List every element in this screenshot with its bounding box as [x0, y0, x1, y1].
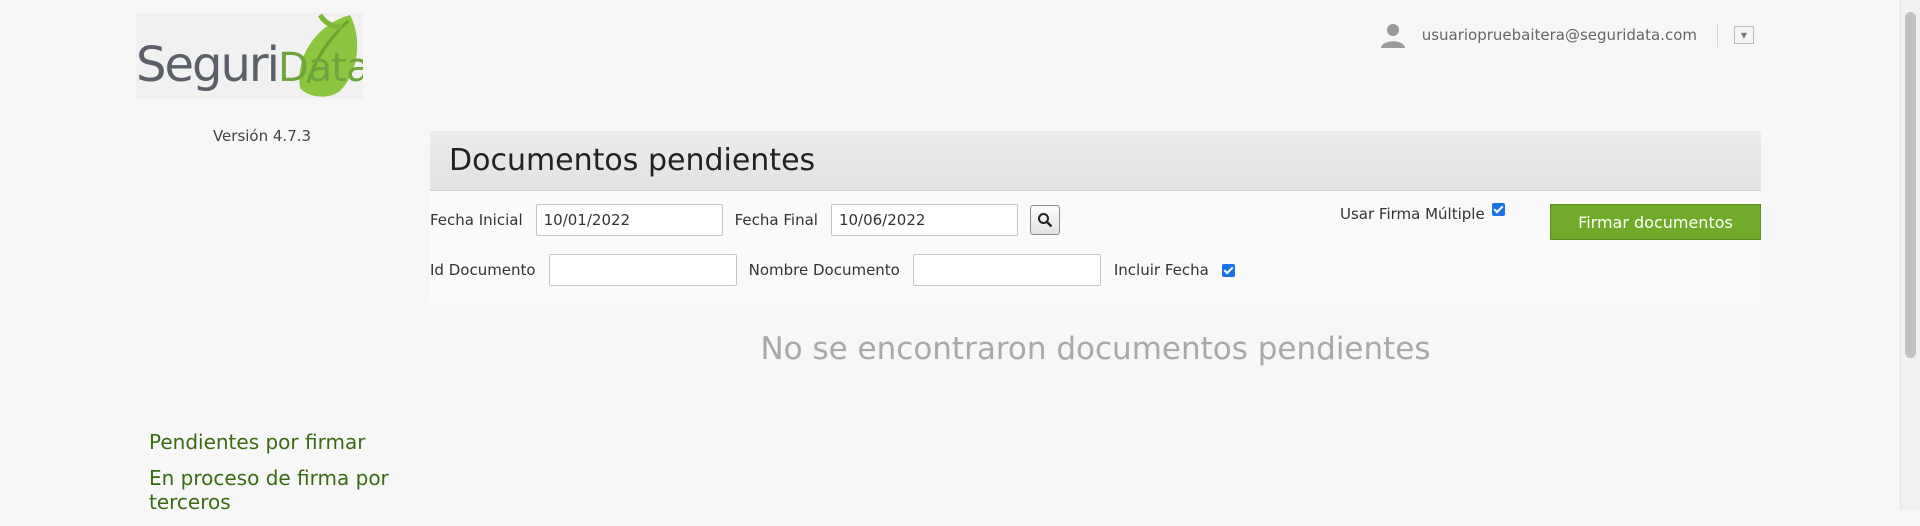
divider: [1717, 23, 1718, 47]
sign-documents-button[interactable]: Firmar documentos: [1550, 204, 1761, 240]
nav-item-pendientes[interactable]: Pendientes por firmar: [149, 430, 409, 454]
usar-firma-checkbox[interactable]: [1491, 203, 1505, 216]
pending-documents-panel: Documentos pendientes Fecha Inicial Fech…: [430, 131, 1761, 303]
fecha-inicial-input[interactable]: [535, 204, 723, 236]
filter-row-dates: Fecha Inicial Fecha Final: [430, 204, 1060, 236]
incluir-fecha-checkbox[interactable]: [1221, 263, 1235, 277]
logo-wordmark: SeguriData: [136, 37, 363, 93]
incluir-fecha-label: Incluir Fecha: [1113, 261, 1209, 279]
search-icon: [1037, 213, 1053, 228]
nav-item-en-proceso[interactable]: En proceso de firma por terceros: [149, 466, 409, 514]
sidebar-nav: Pendientes por firmar En proceso de firm…: [149, 430, 409, 526]
filters-area: Fecha Inicial Fecha Final Usar Firma Múl…: [430, 191, 1761, 303]
filter-row-document: Id Documento Nombre Documento Incluir Fe…: [430, 254, 1235, 286]
nombre-documento-label: Nombre Documento: [748, 261, 900, 279]
id-documento-input[interactable]: [548, 254, 737, 286]
fecha-inicial-label: Fecha Inicial: [430, 211, 523, 229]
caret-down-icon: ▼: [1740, 30, 1748, 40]
empty-state-message: No se encontraron documentos pendientes: [760, 331, 1431, 367]
version-label: Versión 4.7.3: [212, 127, 312, 145]
search-button[interactable]: [1029, 205, 1060, 235]
page-scrollbar[interactable]: [1900, 0, 1920, 510]
usar-firma-label: Usar Firma Múltiple: [1340, 205, 1485, 223]
user-area: usuariopruebaitera@seguridata.com ▼: [1380, 22, 1754, 48]
scrollbar-thumb[interactable]: [1905, 12, 1916, 358]
user-email[interactable]: usuariopruebaitera@seguridata.com: [1422, 26, 1697, 44]
multi-signature-option: Usar Firma Múltiple: [1340, 203, 1505, 223]
fecha-final-input[interactable]: [830, 204, 1018, 236]
id-documento-label: Id Documento: [430, 261, 536, 279]
user-icon: [1380, 24, 1405, 48]
nombre-documento-input[interactable]: [912, 254, 1101, 286]
fecha-final-label: Fecha Final: [734, 211, 818, 229]
user-menu-button[interactable]: ▼: [1734, 26, 1754, 44]
panel-header: Documentos pendientes: [430, 131, 1761, 191]
page-title: Documentos pendientes: [449, 143, 816, 178]
seguridata-logo: SeguriData: [136, 13, 363, 99]
